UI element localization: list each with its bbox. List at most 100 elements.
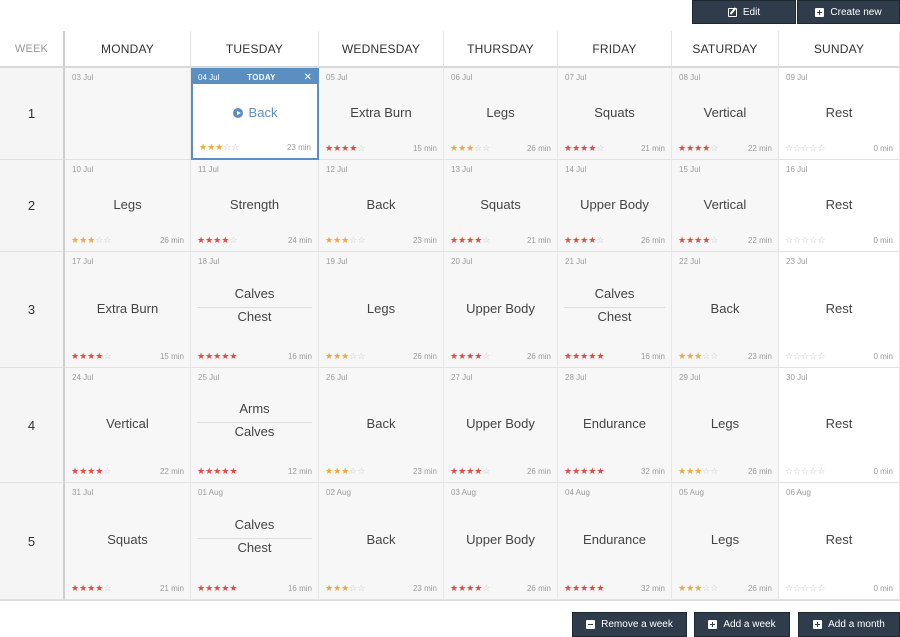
- workout-label[interactable]: Upper Body: [444, 301, 557, 316]
- workout-label[interactable]: Endurance: [558, 416, 671, 431]
- workout-label[interactable]: Squats: [444, 197, 557, 212]
- day-cell[interactable]: 15 Jul Vertical ★★★★☆ 22 min: [672, 160, 779, 252]
- play-icon[interactable]: [232, 108, 243, 118]
- day-cell[interactable]: 12 Jul Back ★★★☆☆ 23 min: [319, 160, 444, 252]
- day-cell[interactable]: 10 Jul Legs ★★★☆☆ 26 min: [65, 160, 191, 252]
- workout-label[interactable]: Upper Body: [444, 416, 557, 431]
- close-icon[interactable]: ✕: [304, 72, 312, 83]
- day-cell[interactable]: 20 Jul Upper Body ★★★★☆ 26 min: [444, 252, 558, 368]
- day-date: 13 Jul: [451, 165, 473, 174]
- day-cell[interactable]: 03 Jul: [65, 68, 191, 160]
- workout-duration: 21 min: [159, 584, 184, 593]
- workout-label[interactable]: Upper Body: [558, 197, 671, 212]
- star-filled-icon: ★: [458, 236, 467, 246]
- workout-label[interactable]: Legs: [672, 532, 778, 547]
- today-day-cell[interactable]: 04 Jul TODAY ✕ Back ★★★☆☆ 23 min: [191, 68, 319, 160]
- day-date: 06 Jul: [451, 73, 473, 82]
- workout-label[interactable]: Calves: [191, 517, 318, 532]
- star-filled-icon: ★: [564, 352, 573, 362]
- day-cell[interactable]: 21 Jul Calves Chest ★★★★★ 16 min: [558, 252, 672, 368]
- day-cell[interactable]: 16 Jul Rest ☆☆☆☆☆ 0 min: [779, 160, 900, 252]
- workout-label[interactable]: Back: [193, 105, 317, 120]
- day-header-monday: MONDAY: [65, 31, 191, 68]
- day-cell[interactable]: 04 Aug Endurance ★★★★★ 32 min: [558, 483, 672, 600]
- day-cell[interactable]: 29 Jul Legs ★★★☆☆ 26 min: [672, 368, 779, 483]
- day-cell[interactable]: 02 Aug Back ★★★☆☆ 23 min: [319, 483, 444, 600]
- remove-week-button[interactable]: Remove a week: [572, 612, 687, 637]
- day-cell[interactable]: 06 Jul Legs ★★★☆☆ 26 min: [444, 68, 558, 160]
- day-cell[interactable]: 06 Aug Rest ☆☆☆☆☆ 0 min: [779, 483, 900, 600]
- day-cell[interactable]: 31 Jul Squats ★★★★☆ 21 min: [65, 483, 191, 600]
- workout-label[interactable]: Chest: [191, 540, 318, 555]
- workout-label[interactable]: Rest: [779, 416, 899, 431]
- day-date: 05 Aug: [679, 488, 704, 497]
- day-cell[interactable]: 17 Jul Extra Burn ★★★★☆ 15 min: [65, 252, 191, 368]
- day-cell[interactable]: 03 Aug Upper Body ★★★★☆ 26 min: [444, 483, 558, 600]
- workout-duration: 26 min: [526, 584, 551, 593]
- day-cell[interactable]: 05 Jul Extra Burn ★★★★☆ 15 min: [319, 68, 444, 160]
- workout-label[interactable]: Calves: [191, 424, 318, 439]
- week-column-header: WEEK: [0, 31, 65, 68]
- workout-label[interactable]: Vertical: [65, 416, 190, 431]
- day-cell[interactable]: 09 Jul Rest ☆☆☆☆☆ 0 min: [779, 68, 900, 160]
- workout-label[interactable]: Back: [319, 197, 443, 212]
- workout-label[interactable]: Legs: [672, 416, 778, 431]
- workout-label[interactable]: Squats: [65, 532, 190, 547]
- edit-button[interactable]: Edit: [692, 0, 796, 24]
- day-cell[interactable]: 08 Jul Vertical ★★★★☆ 22 min: [672, 68, 779, 160]
- day-cell[interactable]: 19 Jul Legs ★★★☆☆ 26 min: [319, 252, 444, 368]
- workout-label[interactable]: Legs: [65, 197, 190, 212]
- workout-label[interactable]: Vertical: [672, 105, 778, 120]
- day-date: 21 Jul: [565, 257, 587, 266]
- workout-label[interactable]: Legs: [444, 105, 557, 120]
- workout-label[interactable]: Squats: [558, 105, 671, 120]
- day-cell[interactable]: 11 Jul Strength ★★★★☆ 24 min: [191, 160, 319, 252]
- workout-label[interactable]: Rest: [779, 105, 899, 120]
- workout-label[interactable]: Endurance: [558, 532, 671, 547]
- difficulty-rating: ★★★★★: [197, 584, 237, 594]
- day-cell[interactable]: 26 Jul Back ★★★☆☆ 23 min: [319, 368, 444, 483]
- workout-label[interactable]: Back: [319, 532, 443, 547]
- workout-label[interactable]: Chest: [558, 309, 671, 324]
- workout-label[interactable]: Legs: [319, 301, 443, 316]
- workout-duration: 32 min: [640, 467, 665, 476]
- add-month-button[interactable]: Add a month: [798, 612, 900, 637]
- workout-label[interactable]: Strength: [191, 197, 318, 212]
- star-empty-icon: ☆: [710, 352, 719, 362]
- week-number: 1: [0, 68, 65, 160]
- difficulty-rating: ★★★★☆: [325, 144, 365, 154]
- workout-label[interactable]: Extra Burn: [65, 301, 190, 316]
- add-week-button[interactable]: Add a week: [694, 612, 790, 637]
- day-cell[interactable]: 23 Jul Rest ☆☆☆☆☆ 0 min: [779, 252, 900, 368]
- day-cell[interactable]: 24 Jul Vertical ★★★★☆ 22 min: [65, 368, 191, 483]
- day-cell[interactable]: 28 Jul Endurance ★★★★★ 32 min: [558, 368, 672, 483]
- star-empty-icon: ☆: [817, 584, 826, 594]
- day-cell[interactable]: 07 Jul Squats ★★★★☆ 21 min: [558, 68, 672, 160]
- day-cell[interactable]: 05 Aug Legs ★★★☆☆ 26 min: [672, 483, 779, 600]
- workout-label[interactable]: Rest: [779, 532, 899, 547]
- day-cell[interactable]: 01 Aug Calves Chest ★★★★★ 16 min: [191, 483, 319, 600]
- workout-label[interactable]: Upper Body: [444, 532, 557, 547]
- day-cell[interactable]: 30 Jul Rest ☆☆☆☆☆ 0 min: [779, 368, 900, 483]
- day-date: 10 Jul: [72, 165, 94, 174]
- workout-label[interactable]: Rest: [779, 301, 899, 316]
- day-cell[interactable]: 14 Jul Upper Body ★★★★☆ 26 min: [558, 160, 672, 252]
- create-new-button[interactable]: Create new: [797, 0, 900, 24]
- workout-label[interactable]: Vertical: [672, 197, 778, 212]
- day-cell[interactable]: 18 Jul Calves Chest ★★★★★ 16 min: [191, 252, 319, 368]
- workout-label[interactable]: Extra Burn: [319, 105, 443, 120]
- workout-label[interactable]: Rest: [779, 197, 899, 212]
- workout-duration: 32 min: [640, 584, 665, 593]
- day-cell[interactable]: 27 Jul Upper Body ★★★★☆ 26 min: [444, 368, 558, 483]
- star-filled-icon: ★: [596, 584, 605, 594]
- workout-label[interactable]: Chest: [191, 309, 318, 324]
- workout-label[interactable]: Back: [319, 416, 443, 431]
- day-cell[interactable]: 13 Jul Squats ★★★★☆ 21 min: [444, 160, 558, 252]
- day-cell[interactable]: 25 Jul Arms Calves ★★★★★ 12 min: [191, 368, 319, 483]
- workout-label[interactable]: Calves: [191, 286, 318, 301]
- workout-label[interactable]: Calves: [558, 286, 671, 301]
- day-cell[interactable]: 22 Jul Back ★★★☆☆ 23 min: [672, 252, 779, 368]
- workout-label[interactable]: Arms: [191, 401, 318, 416]
- workout-label[interactable]: Back: [672, 301, 778, 316]
- star-empty-icon: ☆: [482, 467, 491, 477]
